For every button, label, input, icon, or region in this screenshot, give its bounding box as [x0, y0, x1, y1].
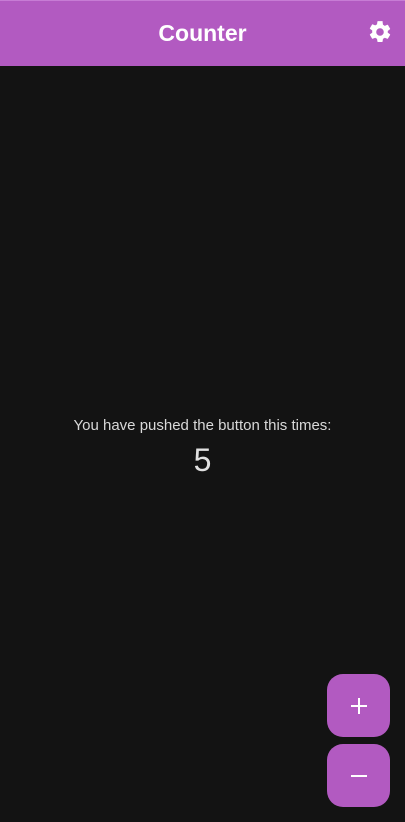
decrement-button[interactable] [327, 744, 390, 807]
settings-button[interactable] [367, 19, 393, 45]
app-title: Counter [158, 20, 247, 46]
minus-icon [350, 774, 367, 777]
plus-icon [350, 697, 367, 714]
counter-screen: Counter You have pushed the button this … [0, 0, 405, 822]
counter-value: 5 [193, 442, 212, 478]
gear-icon [369, 21, 391, 42]
app-bar: Counter [0, 0, 405, 66]
counter-message: You have pushed the button this times: [73, 417, 332, 434]
increment-button[interactable] [327, 674, 390, 737]
counter-content: You have pushed the button this times: 5 [0, 415, 405, 478]
